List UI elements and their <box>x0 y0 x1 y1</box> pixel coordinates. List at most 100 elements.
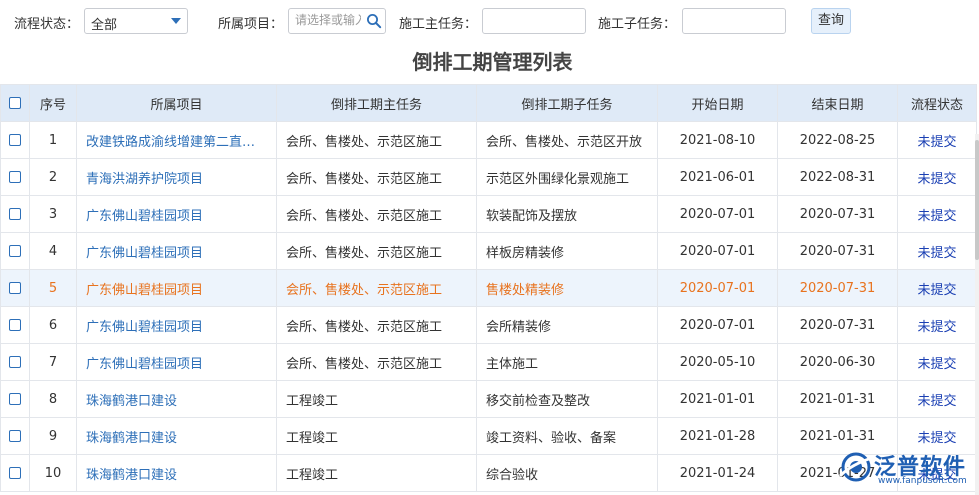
row-start-date: 2020-07-01 <box>657 232 778 270</box>
row-project[interactable]: 广东佛山碧桂园项目 <box>76 343 277 381</box>
row-sub-task: 会所精装修 <box>476 306 658 344</box>
filter-bar: 流程状态： 全部 所属项目： 施工主任务： 施工子任务： 查询 <box>0 0 979 44</box>
scrollbar-thumb[interactable] <box>975 140 979 260</box>
row-number: 7 <box>29 343 77 381</box>
row-checkbox[interactable] <box>9 393 21 405</box>
row-number: 5 <box>29 269 77 307</box>
table-row[interactable]: 1 改建铁路成渝线增建第二直通线 会所、售楼处、示范区施工 会所、售楼处、示范区开放 2… <box>0 121 977 159</box>
row-checkbox[interactable] <box>9 467 21 479</box>
col-header-sub-task[interactable]: 倒排工期子任务 <box>476 84 658 122</box>
select-all-cell <box>0 84 30 122</box>
row-project[interactable]: 改建铁路成渝线增建第二直通线 <box>76 121 277 159</box>
row-project[interactable]: 广东佛山碧桂园项目 <box>76 232 277 270</box>
row-checkbox[interactable] <box>9 282 21 294</box>
row-main-task: 会所、售楼处、示范区施工 <box>276 195 477 233</box>
row-number: 9 <box>29 417 77 455</box>
row-end-date: 2022-08-25 <box>777 121 898 159</box>
brand-logo: 泛普软件 www.fanpusoft.com <box>838 446 978 492</box>
row-start-date: 2020-05-10 <box>657 343 778 381</box>
row-checkbox[interactable] <box>9 208 21 220</box>
vertical-scrollbar[interactable] <box>975 134 979 495</box>
row-status[interactable]: 未提交 <box>897 269 977 307</box>
row-number: 2 <box>29 158 77 196</box>
select-all-checkbox[interactable] <box>9 97 21 109</box>
row-start-date: 2020-07-01 <box>657 306 778 344</box>
row-sub-task: 竣工资料、验收、备案 <box>476 417 658 455</box>
row-main-task: 会所、售楼处、示范区施工 <box>276 343 477 381</box>
row-end-date: 2020-07-31 <box>777 232 898 270</box>
row-end-date: 2020-07-31 <box>777 306 898 344</box>
row-main-task: 会所、售楼处、示范区施工 <box>276 306 477 344</box>
table-row[interactable]: 3 广东佛山碧桂园项目 会所、售楼处、示范区施工 软装配饰及摆放 2020-07-01 2… <box>0 195 977 233</box>
row-checkbox[interactable] <box>9 319 21 331</box>
col-header-no[interactable]: 序号 <box>29 84 77 122</box>
table-row[interactable]: 2 青海洪湖养护院项目 会所、售楼处、示范区施工 示范区外围绿化景观施工 2021-06… <box>0 158 977 196</box>
table-row[interactable]: 5 广东佛山碧桂园项目 会所、售楼处、示范区施工 售楼处精装修 2020-07-01 20… <box>0 269 977 307</box>
row-main-task: 会所、售楼处、示范区施工 <box>276 269 477 307</box>
row-checkbox[interactable] <box>9 171 21 183</box>
caret-down-icon <box>171 18 181 24</box>
status-select-value: 全部 <box>91 18 118 33</box>
row-sub-task: 示范区外围绿化景观施工 <box>476 158 658 196</box>
row-start-date: 2021-01-28 <box>657 417 778 455</box>
project-input[interactable] <box>295 13 361 27</box>
row-main-task: 会所、售楼处、示范区施工 <box>276 121 477 159</box>
row-checkbox[interactable] <box>9 356 21 368</box>
sub-task-input[interactable] <box>682 8 786 34</box>
col-header-start-date[interactable]: 开始日期 <box>657 84 778 122</box>
row-main-task: 会所、售楼处、示范区施工 <box>276 158 477 196</box>
row-checkbox-cell <box>0 454 30 492</box>
row-project[interactable]: 珠海鹤港口建设 <box>76 417 277 455</box>
row-project[interactable]: 珠海鹤港口建设 <box>76 454 277 492</box>
row-sub-task: 主体施工 <box>476 343 658 381</box>
row-checkbox[interactable] <box>9 430 21 442</box>
row-project[interactable]: 珠海鹤港口建设 <box>76 380 277 418</box>
row-status[interactable]: 未提交 <box>897 343 977 381</box>
row-main-task: 工程竣工 <box>276 380 477 418</box>
query-button[interactable]: 查询 <box>811 8 851 34</box>
row-sub-task: 移交前检查及整改 <box>476 380 658 418</box>
status-select[interactable]: 全部 <box>84 8 188 34</box>
row-checkbox-cell <box>0 343 30 381</box>
col-header-end-date[interactable]: 结束日期 <box>777 84 898 122</box>
main-task-filter-label: 施工主任务： <box>399 17 478 32</box>
status-filter-label: 流程状态： <box>14 17 80 32</box>
row-number: 4 <box>29 232 77 270</box>
search-icon[interactable] <box>366 13 382 29</box>
col-header-status[interactable]: 流程状态 <box>897 84 977 122</box>
row-checkbox[interactable] <box>9 134 21 146</box>
row-checkbox-cell <box>0 232 30 270</box>
row-checkbox[interactable] <box>9 245 21 257</box>
col-header-project[interactable]: 所属项目 <box>76 84 277 122</box>
schedule-table-container: 序号 所属项目 倒排工期主任务 倒排工期子任务 开始日期 结束日期 流程状态 1… <box>0 84 979 495</box>
row-project[interactable]: 广东佛山碧桂园项目 <box>76 269 277 307</box>
row-start-date: 2021-06-01 <box>657 158 778 196</box>
row-sub-task: 软装配饰及摆放 <box>476 195 658 233</box>
table-row[interactable]: 10 珠海鹤港口建设 工程竣工 综合验收 2021-01-24 2021-01-27 未提交 <box>0 454 977 492</box>
row-end-date: 2020-07-31 <box>777 195 898 233</box>
table-row[interactable]: 9 珠海鹤港口建设 工程竣工 竣工资料、验收、备案 2021-01-28 2021-01-… <box>0 417 977 455</box>
row-status[interactable]: 未提交 <box>897 232 977 270</box>
table-row[interactable]: 6 广东佛山碧桂园项目 会所、售楼处、示范区施工 会所精装修 2020-07-01 202… <box>0 306 977 344</box>
row-project[interactable]: 广东佛山碧桂园项目 <box>76 195 277 233</box>
table-row[interactable]: 8 珠海鹤港口建设 工程竣工 移交前检查及整改 2021-01-01 2021-01-31… <box>0 380 977 418</box>
row-project[interactable]: 青海洪湖养护院项目 <box>76 158 277 196</box>
row-status[interactable]: 未提交 <box>897 121 977 159</box>
row-project[interactable]: 广东佛山碧桂园项目 <box>76 306 277 344</box>
row-checkbox-cell <box>0 121 30 159</box>
row-start-date: 2021-08-10 <box>657 121 778 159</box>
row-sub-task: 综合验收 <box>476 454 658 492</box>
table-row[interactable]: 4 广东佛山碧桂园项目 会所、售楼处、示范区施工 样板房精装修 2020-07-01 20… <box>0 232 977 270</box>
row-checkbox-cell <box>0 158 30 196</box>
row-end-date: 2021-01-31 <box>777 380 898 418</box>
row-status[interactable]: 未提交 <box>897 195 977 233</box>
row-status[interactable]: 未提交 <box>897 158 977 196</box>
logo-url: www.fanpusoft.com <box>878 476 967 486</box>
main-task-input[interactable] <box>482 8 586 34</box>
row-checkbox-cell <box>0 195 30 233</box>
row-start-date: 2021-01-01 <box>657 380 778 418</box>
row-status[interactable]: 未提交 <box>897 306 977 344</box>
col-header-main-task[interactable]: 倒排工期主任务 <box>276 84 477 122</box>
row-status[interactable]: 未提交 <box>897 380 977 418</box>
table-row[interactable]: 7 广东佛山碧桂园项目 会所、售楼处、示范区施工 主体施工 2020-05-10 2020… <box>0 343 977 381</box>
